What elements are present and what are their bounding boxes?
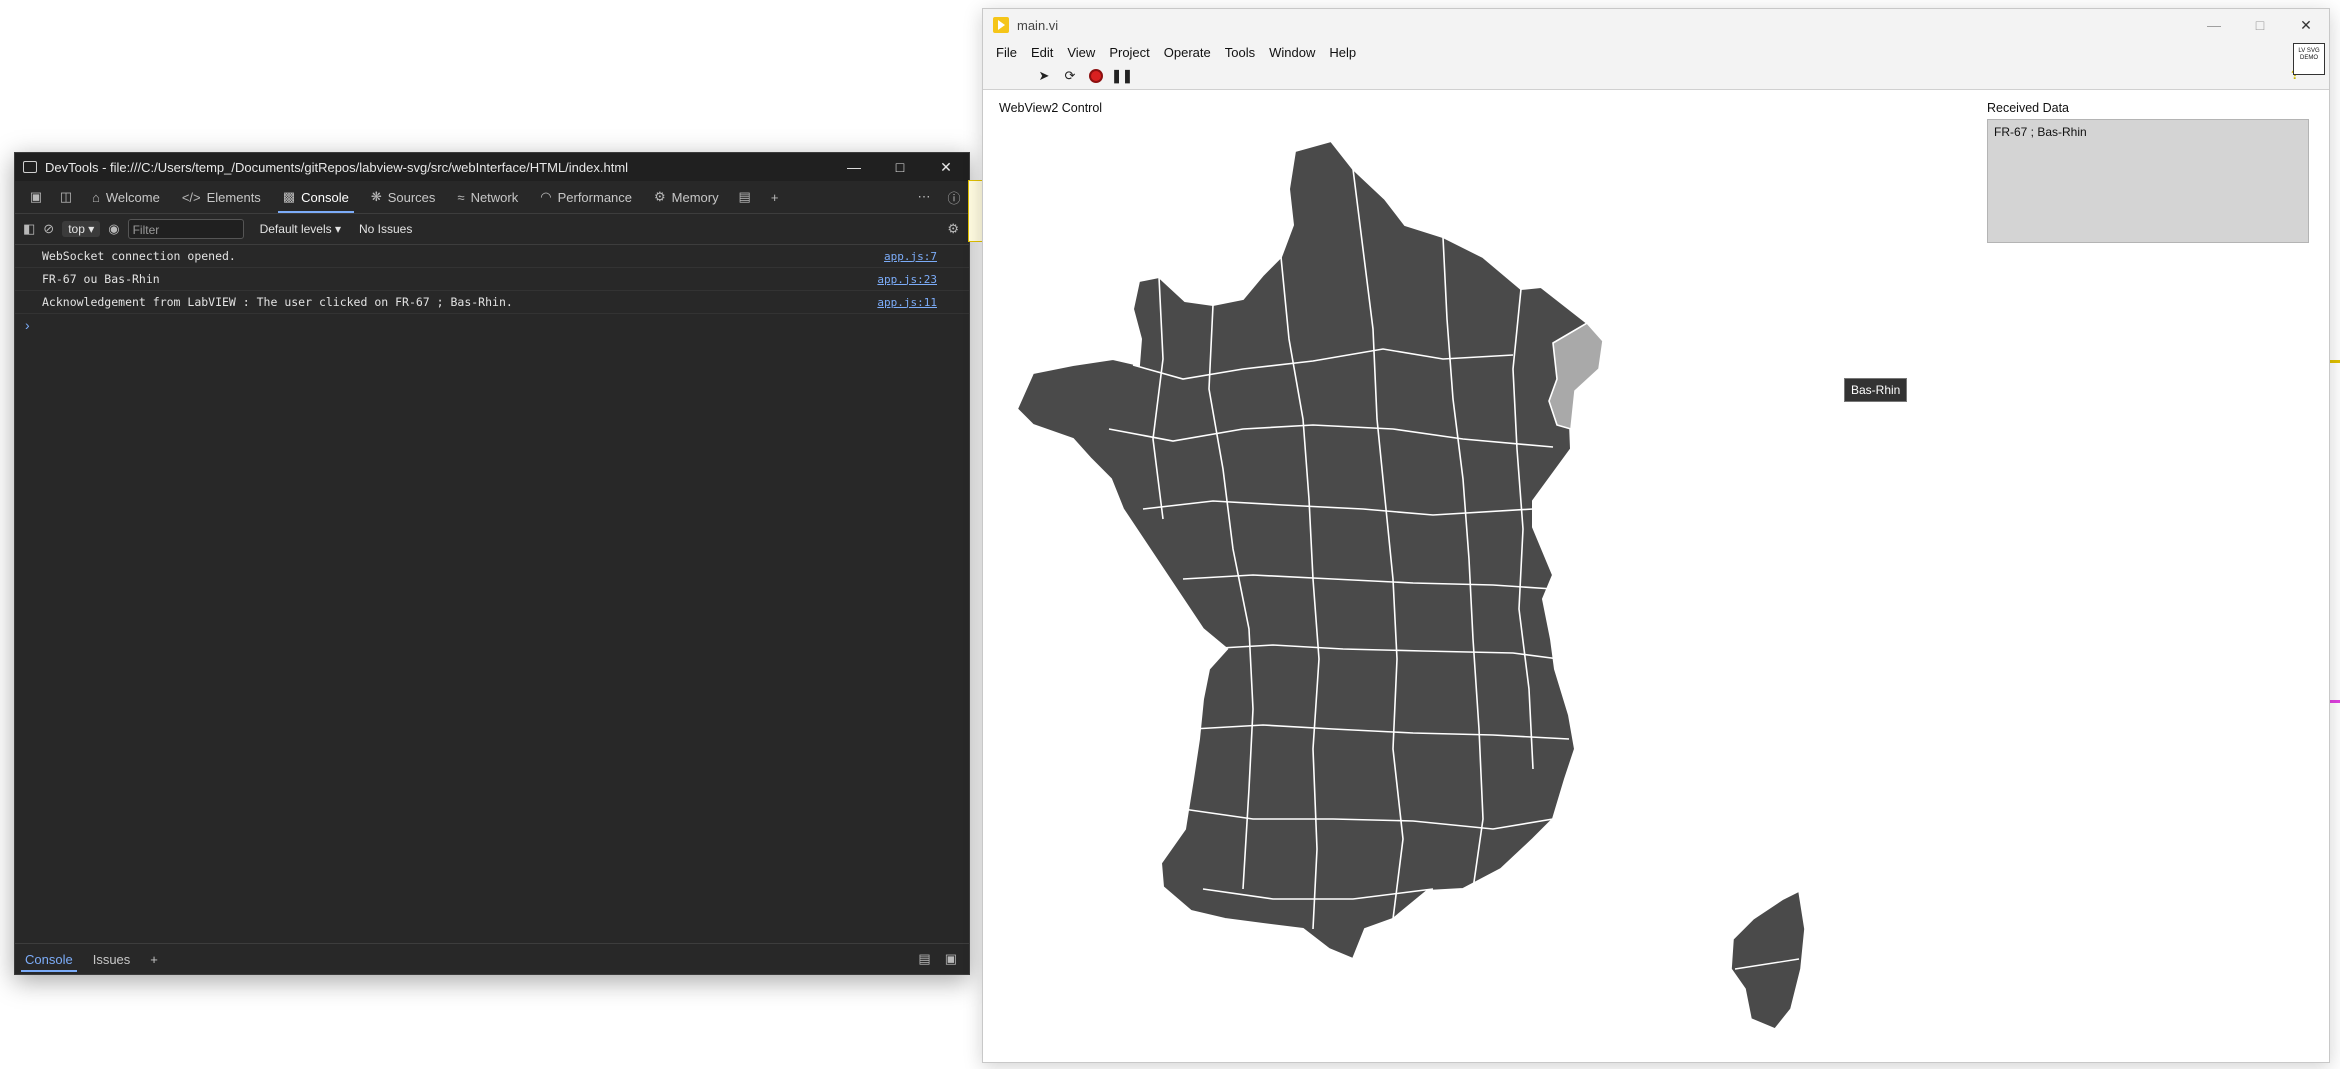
issues-counter[interactable]: No Issues	[359, 222, 412, 236]
drawer-tab-issues[interactable]: Issues	[83, 944, 141, 974]
webview-label: WebView2 Control	[999, 101, 1103, 115]
tab-label: Memory	[671, 189, 719, 205]
menu-operate[interactable]: Operate	[1157, 45, 1218, 60]
tab-label: Elements	[206, 189, 261, 205]
filter-input[interactable]: Filter	[127, 219, 244, 239]
message-text: Acknowledgement from LabVIEW : The user …	[42, 295, 513, 309]
gauge-icon: ◠	[540, 189, 552, 204]
tab-elements[interactable]: </> Elements	[171, 181, 272, 213]
tab-label: Sources	[387, 189, 436, 205]
stop-icon	[1089, 69, 1103, 83]
tab-console[interactable]: ▩ Console	[272, 181, 360, 213]
inspect-element-icon[interactable]: ▣	[21, 181, 51, 213]
message-source-link[interactable]: app.js:7	[884, 250, 937, 263]
menu-help[interactable]: Help	[1322, 45, 1363, 60]
console-prompt[interactable]: ›	[15, 314, 969, 336]
france-mainland-shape[interactable]	[1015, 139, 1605, 961]
vi-connector-icon: LV SVG DEMO	[2293, 43, 2325, 75]
labview-title-bar: main.vi — □ ✕	[983, 9, 2329, 41]
minimize-button[interactable]: —	[831, 153, 877, 181]
tab-memory[interactable]: ⚙ Memory	[643, 181, 730, 213]
dock-icon[interactable]: ▤	[918, 951, 930, 967]
tab-label: Console	[301, 189, 349, 205]
tab-label: Welcome	[105, 189, 160, 205]
live-expression-icon[interactable]: ◉	[108, 221, 119, 237]
labview-run-icon	[993, 17, 1009, 33]
maximize-button[interactable]: □	[2237, 9, 2283, 41]
received-data-value: FR-67 ; Bas-Rhin	[1994, 125, 2087, 139]
wifi-icon: ≈	[457, 189, 465, 205]
context-value: top	[68, 222, 85, 236]
devtools-app-icon	[23, 161, 37, 173]
devtools-drawer: Console Issues + ▤ ▣	[15, 943, 969, 974]
labview-menu-bar: File Edit View Project Operate Tools Win…	[983, 41, 2329, 63]
tab-sources[interactable]: ❋ Sources	[360, 181, 447, 213]
tab-label: Network	[470, 189, 519, 205]
menu-view[interactable]: View	[1060, 45, 1102, 60]
message-text: WebSocket connection opened.	[42, 249, 236, 263]
sidebar-toggle-icon[interactable]: ◧	[23, 221, 35, 237]
map-tooltip: Bas-Rhin	[1844, 378, 1908, 402]
add-tab-icon[interactable]: +	[760, 181, 790, 213]
menu-file[interactable]: File	[989, 45, 1024, 60]
maximize-button[interactable]: □	[877, 153, 923, 181]
console-message: FR-67 ou Bas-Rhin app.js:23	[15, 268, 969, 291]
received-data-label: Received Data	[1987, 101, 2069, 115]
close-button[interactable]: ✕	[923, 153, 969, 181]
devtools-title-bar: DevTools - file:///C:/Users/temp_/Docume…	[15, 153, 969, 181]
console-message: Acknowledgement from LabVIEW : The user …	[15, 291, 969, 314]
message-text: FR-67 ou Bas-Rhin	[42, 272, 160, 286]
console-messages: WebSocket connection opened. app.js:7 FR…	[15, 245, 969, 940]
home-icon: ⌂	[92, 189, 100, 205]
close-button[interactable]: ✕	[2283, 9, 2329, 41]
abort-button[interactable]	[1087, 67, 1105, 85]
console-settings-icon[interactable]: ⚙	[947, 221, 959, 237]
bug-icon: ❋	[370, 189, 382, 204]
devtools-title: DevTools - file:///C:/Users/temp_/Docume…	[45, 159, 629, 175]
message-source-link[interactable]: app.js:11	[877, 296, 937, 309]
devtools-tab-bar: ▣ ◫ ⌂ Welcome </> Elements ▩ Console ❋ Sourc…	[15, 181, 969, 214]
tab-network[interactable]: ≈ Network	[446, 181, 529, 213]
device-toolbar-icon[interactable]: ◫	[51, 181, 81, 213]
clear-console-icon[interactable]: ⊘	[43, 221, 54, 237]
tab-performance[interactable]: ◠ Performance	[529, 181, 643, 213]
log-levels-dropdown[interactable]: Default levels ▾	[260, 222, 341, 236]
france-map-svg[interactable]	[1013, 129, 1873, 1049]
tab-label: Performance	[557, 189, 633, 205]
context-select[interactable]: top ▾	[62, 221, 101, 237]
application-panel-icon[interactable]: ▤	[730, 181, 760, 213]
console-message: WebSocket connection opened. app.js:7	[15, 245, 969, 268]
levels-label: Default levels	[259, 222, 332, 236]
minimize-button[interactable]: —	[2191, 9, 2237, 41]
labview-title: main.vi	[1017, 17, 1059, 33]
menu-window[interactable]: Window	[1262, 45, 1322, 60]
tab-welcome[interactable]: ⌂ Welcome	[81, 181, 171, 213]
pause-icon[interactable]: ❚❚	[1111, 67, 1133, 85]
mainland-departments[interactable]	[1015, 139, 1605, 961]
gear-chip-icon: ⚙	[654, 189, 666, 204]
console-icon: ▩	[282, 189, 296, 204]
devtools-window: DevTools - file:///C:/Users/temp_/Docume…	[14, 152, 970, 975]
menu-tools[interactable]: Tools	[1218, 45, 1262, 60]
run-continuously-icon[interactable]: ⟳	[1061, 67, 1079, 85]
more-options-icon[interactable]: ⋯	[909, 181, 939, 213]
france-map[interactable]	[1013, 129, 1873, 1052]
menu-edit[interactable]: Edit	[1024, 45, 1060, 60]
drawer-tab-console[interactable]: Console	[15, 944, 83, 974]
message-source-link[interactable]: app.js:23	[877, 273, 937, 286]
run-arrow-icon[interactable]: ➤	[1035, 67, 1053, 85]
labview-toolbar: ➤ ⟳ ❚❚ ?	[983, 63, 2329, 90]
menu-project[interactable]: Project	[1102, 45, 1156, 60]
console-toolbar: ◧ ⊘ top ▾ ◉ Filter Default levels ▾ No I…	[15, 214, 969, 245]
drawer-close-icon[interactable]: ▣	[945, 951, 957, 967]
code-icon: </>	[181, 189, 201, 205]
received-data-indicator: FR-67 ; Bas-Rhin	[1987, 119, 2309, 243]
labview-window: main.vi — □ ✕ File Edit View Project Ope…	[982, 8, 2330, 1063]
drawer-add-icon[interactable]: +	[140, 944, 168, 974]
help-icon[interactable]: ⓘ	[939, 181, 969, 213]
